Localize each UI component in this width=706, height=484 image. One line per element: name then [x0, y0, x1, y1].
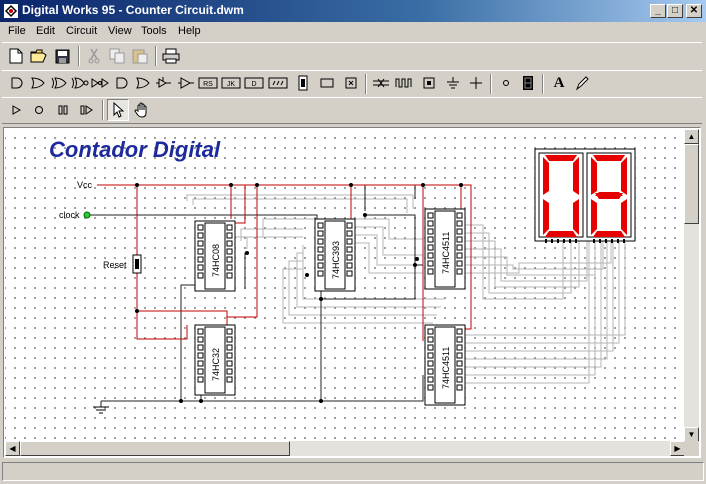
junction-dots [135, 183, 463, 403]
window-title: Digital Works 95 - Counter Circuit.dwm [22, 3, 244, 17]
triangle-buffer-icon[interactable] [175, 72, 197, 94]
components-toolbar: RS JK D A [2, 70, 702, 98]
step-icon[interactable] [76, 99, 98, 121]
horizontal-scrollbar[interactable]: ◀ ▶ [5, 441, 685, 456]
toolbar-separator [102, 100, 104, 120]
new-file-icon[interactable] [5, 45, 27, 67]
vertical-scroll-thumb[interactable] [684, 144, 699, 224]
circuit-canvas-frame: Contador Digital 74HC08 74HC32 74HC393 7… [3, 127, 701, 458]
chip-74hc4511-bottom: 74HC4511 [424, 324, 466, 406]
copy-icon[interactable] [106, 45, 128, 67]
chip-label: 74HC4511 [441, 347, 451, 389]
toolbar-separator [155, 46, 157, 66]
menu-file[interactable]: File [8, 25, 26, 37]
play-icon[interactable] [5, 99, 27, 121]
scroll-down-button[interactable]: ▼ [684, 427, 699, 442]
chip-label: 74HC32 [211, 348, 221, 381]
chip-label: 74HC08 [211, 244, 221, 277]
x-box-icon[interactable] [340, 72, 362, 94]
bus-icon[interactable] [370, 72, 392, 94]
ground-icon[interactable] [442, 72, 464, 94]
clock-pulse-icon[interactable] [393, 72, 415, 94]
scroll-left-button[interactable]: ◀ [5, 441, 20, 456]
save-disk-icon[interactable] [51, 45, 73, 67]
xnor-gate-icon[interactable] [69, 72, 91, 94]
scroll-right-button[interactable]: ▶ [670, 441, 685, 456]
toolbar-separator [490, 74, 492, 94]
open-folder-icon[interactable] [28, 45, 50, 67]
or-gate-icon[interactable] [27, 72, 49, 94]
pointer-icon[interactable] [107, 99, 129, 121]
d-label: D [251, 81, 256, 88]
paste-icon[interactable] [129, 45, 151, 67]
rs-label: RS [203, 81, 213, 88]
app-icon [4, 4, 18, 18]
seven-segment-display [534, 148, 636, 243]
menu-tools[interactable]: Tools [141, 25, 167, 37]
xor-gate-icon[interactable] [48, 72, 70, 94]
d-flipflop-icon[interactable]: D [243, 72, 265, 94]
switch-icon[interactable] [418, 72, 440, 94]
scroll-corner [684, 441, 699, 456]
title-bar: Digital Works 95 - Counter Circuit.dwm _… [0, 0, 706, 22]
toolbar-separator [365, 74, 367, 94]
reset-label: Reset [103, 260, 127, 270]
ground-symbol [93, 406, 109, 414]
rectangle-icon[interactable] [316, 72, 338, 94]
menu-edit[interactable]: Edit [36, 25, 55, 37]
nand-gate-icon[interactable] [111, 72, 133, 94]
horizontal-scroll-thumb[interactable] [20, 441, 290, 456]
jk-flipflop-icon[interactable]: JK [220, 72, 242, 94]
circuit-canvas[interactable]: Contador Digital 74HC08 74HC32 74HC393 7… [5, 129, 685, 442]
chip-74hc32: 74HC32 [194, 324, 236, 396]
tristate-buffer-icon[interactable] [153, 72, 175, 94]
menu-bar: File Edit Circuit View Tools Help [0, 22, 706, 41]
text-tool-icon[interactable]: A [548, 72, 570, 94]
rs-flipflop-icon[interactable]: RS [197, 72, 219, 94]
ic-chip-icon[interactable] [292, 72, 314, 94]
dark-wires [85, 184, 424, 407]
cut-icon[interactable] [83, 45, 105, 67]
chip-74hc393: 74HC393 [314, 218, 356, 292]
clock-label: clock [59, 210, 80, 220]
chip-label: 74HC393 [331, 241, 341, 279]
inverter-chain-icon[interactable] [90, 72, 112, 94]
circuit-diagram: 74HC08 74HC32 74HC393 74HC4511 74HC4511 [83, 148, 636, 414]
vcc-label: Vcc [77, 180, 93, 190]
clock-input-led [83, 211, 91, 219]
and-gate-icon[interactable] [6, 72, 28, 94]
pen-tool-icon[interactable] [571, 72, 593, 94]
vertical-scrollbar[interactable]: ▲ ▼ [684, 129, 699, 442]
register-icon[interactable] [267, 72, 289, 94]
jk-label: JK [227, 81, 236, 88]
simulation-toolbar [2, 97, 702, 124]
menu-help[interactable]: Help [178, 25, 201, 37]
record-icon[interactable] [28, 99, 50, 121]
print-icon[interactable] [160, 45, 182, 67]
junction-icon[interactable] [465, 72, 487, 94]
toolbar-separator [542, 74, 544, 94]
standard-toolbar [2, 42, 702, 71]
menu-circuit[interactable]: Circuit [66, 25, 97, 37]
hand-icon[interactable] [131, 99, 153, 121]
point-icon[interactable] [495, 72, 517, 94]
menu-view[interactable]: View [108, 25, 132, 37]
chip-74hc08: 74HC08 [194, 220, 236, 292]
scroll-up-button[interactable]: ▲ [684, 129, 699, 144]
buffer-icon[interactable] [132, 72, 154, 94]
minimize-button[interactable]: _ [650, 4, 666, 18]
seven-segment-icon[interactable] [517, 72, 539, 94]
maximize-button[interactable]: □ [667, 4, 683, 18]
pause-icon[interactable] [52, 99, 74, 121]
chip-74hc4511-top: 74HC4511 [424, 208, 466, 290]
chip-label: 74HC4511 [441, 232, 451, 274]
toolbar-separator [78, 46, 80, 66]
close-button[interactable]: ✕ [686, 4, 702, 18]
status-bar [2, 462, 704, 481]
